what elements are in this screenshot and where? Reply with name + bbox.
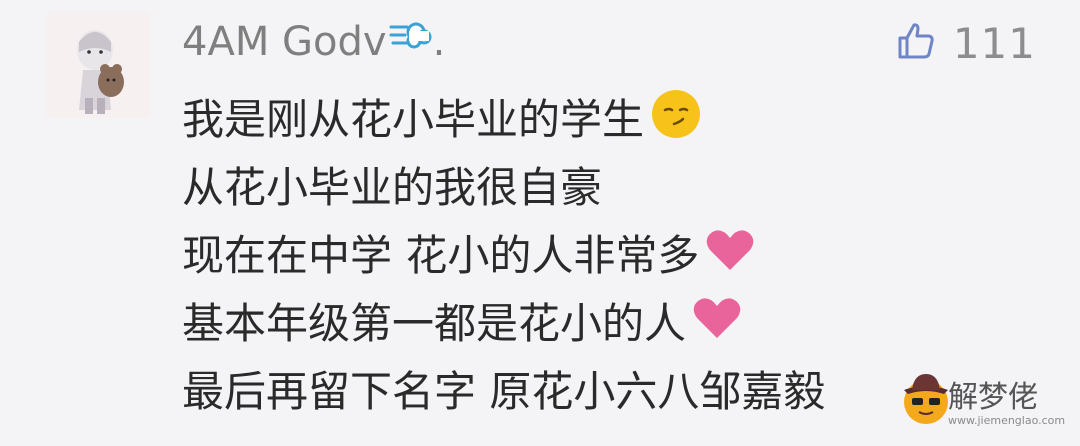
username-suffix: . [432,19,446,65]
pink-heart-icon [692,296,742,353]
dash-cloud-icon [389,12,433,68]
avatar[interactable] [45,12,151,118]
avatar-illustration [45,12,151,118]
comment-body: 我是刚从花小毕业的学生 从花小毕业的我很自豪 现在在中学 花小的人非常多 基本年… [182,86,825,426]
like-button[interactable]: 111 [895,18,1036,68]
detective-face-icon [900,368,952,432]
smirk-face-icon [650,88,702,153]
comment-line: 现在在中学 花小的人非常多 [182,222,825,290]
watermark-url: www.jiemenglao.com [948,414,1066,427]
watermark-name: 解梦佬 [948,380,1038,415]
comment-line: 我是刚从花小毕业的学生 [182,86,825,154]
like-count: 111 [952,18,1036,68]
comment-line: 从花小毕业的我很自豪 [182,163,603,212]
comment-line: 最后再留下名字 原花小六八邹嘉毅 [182,367,826,416]
username[interactable]: 4AM Godv [182,19,387,65]
pink-heart-icon [705,228,755,285]
watermark: 解梦佬 www.jiemenglao.com [900,362,1065,442]
comment-line: 基本年级第一都是花小的人 [182,290,825,358]
thumbs-up-icon[interactable] [895,21,935,65]
comment-author[interactable]: 4AM Godv . [182,14,445,70]
